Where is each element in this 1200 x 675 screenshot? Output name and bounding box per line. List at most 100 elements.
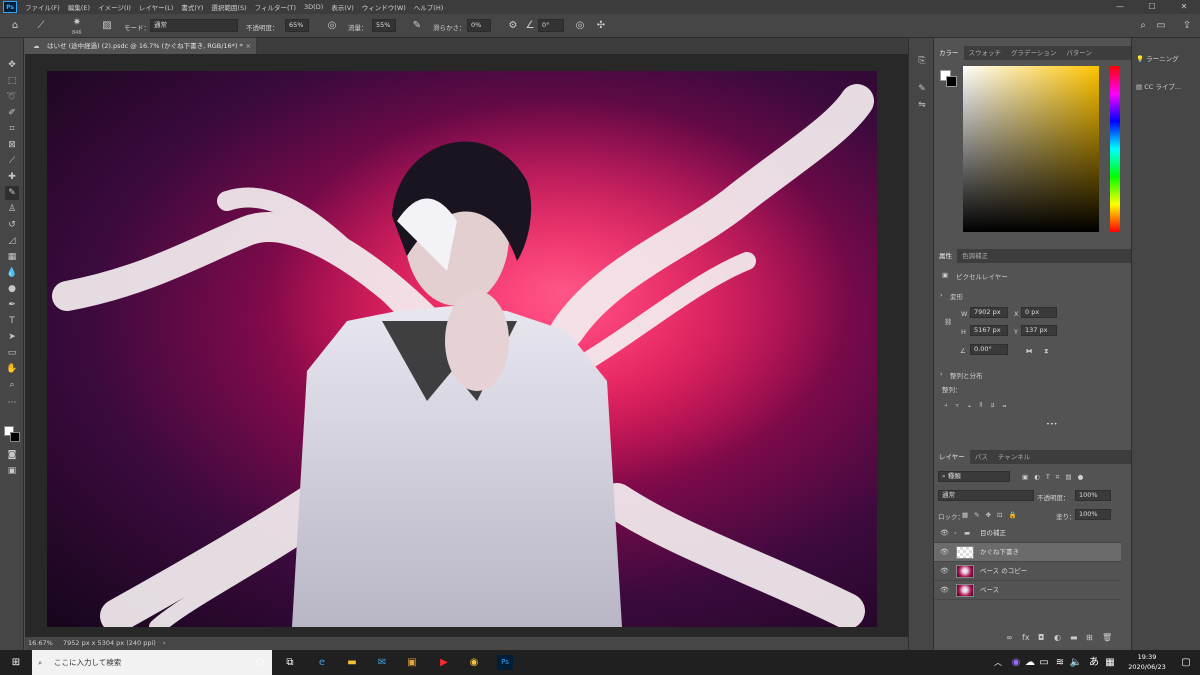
battery-icon[interactable]: ▭ bbox=[1036, 655, 1052, 670]
pen-tool-icon[interactable]: ✒ bbox=[5, 298, 19, 312]
adjust-panel-icon[interactable]: ⇋ bbox=[915, 98, 929, 112]
tray-arrow-icon[interactable]: ︿ bbox=[990, 655, 1006, 670]
layer-row[interactable]: 👁 ベース bbox=[934, 581, 1121, 600]
youtube-icon[interactable]: ▶ bbox=[436, 655, 452, 670]
eraser-tool-icon[interactable]: ◿ bbox=[5, 234, 19, 248]
document-tab[interactable]: ☁ はいせ (途中経過) (2).psdc @ 16.7% (かぐね下書き, R… bbox=[25, 38, 257, 54]
tab-layers[interactable]: レイヤー bbox=[934, 450, 970, 464]
wifi-icon[interactable]: ≋ bbox=[1052, 655, 1068, 670]
layer-filter-select[interactable]: ⌕ 種類 bbox=[938, 471, 1010, 482]
tab-adjustments[interactable]: 色調補正 bbox=[957, 249, 993, 263]
photoshop-taskbar-icon[interactable]: Ps bbox=[497, 655, 513, 670]
layer-filter-icons[interactable]: ▣◐T⌗▤● bbox=[1022, 473, 1089, 482]
volume-icon[interactable]: 🔈 bbox=[1068, 655, 1084, 670]
blend-mode-select[interactable]: 通常 bbox=[938, 490, 1034, 501]
width-field[interactable]: 7902 px bbox=[970, 307, 1008, 318]
lock-icons[interactable]: ▦✎✥⊡🔒 bbox=[962, 511, 1023, 519]
menu-layer[interactable]: レイヤー(L) bbox=[139, 2, 174, 12]
dodge-tool-icon[interactable]: ● bbox=[5, 282, 19, 296]
screen-mode-icon[interactable]: ▣ bbox=[5, 464, 19, 478]
tab-close-icon[interactable]: × bbox=[246, 38, 251, 54]
edit-toolbar-icon[interactable]: ⋯ bbox=[5, 396, 19, 410]
clock[interactable]: 19:39 2020/06/23 bbox=[1124, 652, 1170, 672]
color-picker-field[interactable] bbox=[963, 66, 1099, 232]
home-icon[interactable]: ⌂ bbox=[8, 19, 22, 33]
link-layers-icon[interactable]: ∞ bbox=[1006, 633, 1013, 642]
lasso-tool-icon[interactable]: ➰ bbox=[5, 90, 19, 104]
maximize-button[interactable]: ☐ bbox=[1136, 0, 1168, 14]
rotation-field[interactable]: 0.00° bbox=[970, 344, 1008, 355]
transform-chevron-icon[interactable]: › bbox=[940, 291, 943, 299]
link-dimensions-icon[interactable]: ⛓ bbox=[944, 318, 952, 326]
tab-paths[interactable]: パス bbox=[970, 450, 993, 464]
frame-tool-icon[interactable]: ⊠ bbox=[5, 138, 19, 152]
move-tool-icon[interactable]: ✥ bbox=[5, 58, 19, 72]
menu-edit[interactable]: 編集(E) bbox=[68, 2, 90, 12]
tab-color[interactable]: カラー bbox=[934, 46, 964, 60]
flip-horizontal-icon[interactable]: ⧓ bbox=[1026, 347, 1033, 355]
share-icon[interactable]: ⇪ bbox=[1180, 19, 1194, 33]
eyedropper-tool-icon[interactable]: ⟋ bbox=[5, 154, 19, 168]
x-field[interactable]: 0 px bbox=[1021, 307, 1057, 318]
height-field[interactable]: 5167 px bbox=[970, 325, 1008, 336]
marquee-tool-icon[interactable]: ⬚ bbox=[5, 74, 19, 88]
visibility-eye-icon[interactable]: 👁 bbox=[940, 562, 949, 581]
tab-patterns[interactable]: パターン bbox=[1061, 46, 1097, 60]
hand-tool-icon[interactable]: ✋ bbox=[5, 362, 19, 376]
menu-help[interactable]: ヘルプ(H) bbox=[414, 2, 443, 12]
type-tool-icon[interactable]: T bbox=[5, 314, 19, 328]
flow-field[interactable]: 55% bbox=[372, 19, 396, 32]
history-brush-icon[interactable]: ↺ bbox=[5, 218, 19, 232]
workspace-icon[interactable]: ▭ bbox=[1154, 19, 1168, 33]
gradient-tool-icon[interactable]: ▦ bbox=[5, 250, 19, 264]
menu-3d[interactable]: 3D(D) bbox=[304, 3, 323, 11]
menu-filter[interactable]: フィルター(T) bbox=[255, 2, 296, 12]
history-panel-icon[interactable]: ⎘ bbox=[915, 54, 929, 68]
windows-start-icon[interactable]: ⊞ bbox=[8, 655, 24, 670]
blur-tool-icon[interactable]: 💧 bbox=[5, 266, 19, 280]
menu-file[interactable]: ファイル(F) bbox=[25, 2, 60, 12]
file-explorer-icon[interactable]: ▬ bbox=[344, 655, 360, 670]
cortana-icon[interactable]: ○ bbox=[252, 655, 268, 670]
new-group-icon[interactable]: ▬ bbox=[1070, 633, 1078, 642]
status-expand-icon[interactable]: › bbox=[163, 637, 166, 650]
mode-select[interactable]: 通常 bbox=[150, 19, 238, 32]
ime-mode-icon[interactable]: ▦ bbox=[1102, 655, 1118, 670]
quick-select-tool-icon[interactable]: ✐ bbox=[5, 106, 19, 120]
brush-tool-icon[interactable]: ✎ bbox=[5, 186, 19, 200]
pressure-size-icon[interactable]: ◎ bbox=[573, 19, 587, 33]
notification-icon[interactable]: ▢ bbox=[1178, 655, 1194, 670]
tab-swatches[interactable]: スウォッチ bbox=[964, 46, 1007, 60]
path-select-tool-icon[interactable]: ➤ bbox=[5, 330, 19, 344]
taskbar-search[interactable]: ⌕ ここに入力して検索 bbox=[32, 650, 272, 675]
background-color-swatch[interactable] bbox=[10, 432, 20, 442]
quick-mask-icon[interactable]: ◙ bbox=[5, 448, 19, 462]
crop-tool-icon[interactable]: ⌗ bbox=[5, 122, 19, 136]
layer-opacity-field[interactable]: 100% bbox=[1075, 490, 1111, 501]
photos-icon[interactable]: ▣ bbox=[404, 655, 420, 670]
flip-vertical-icon[interactable]: ⧗ bbox=[1044, 347, 1049, 356]
zoom-level[interactable]: 16.67% bbox=[28, 637, 53, 650]
y-field[interactable]: 137 px bbox=[1021, 325, 1057, 336]
smoothing-field[interactable]: 0% bbox=[467, 19, 491, 32]
libraries-panel-button[interactable]: ▤ CC ライブ... bbox=[1136, 80, 1198, 94]
zoom-tool-icon[interactable]: ⌕ bbox=[5, 378, 19, 392]
menu-view[interactable]: 表示(V) bbox=[331, 2, 354, 12]
layer-row-selected[interactable]: 👁 かぐね下書き bbox=[934, 543, 1121, 562]
ime-indicator[interactable]: あ bbox=[1086, 655, 1102, 670]
tab-properties[interactable]: 属性 bbox=[934, 249, 957, 263]
new-layer-icon[interactable]: ⊞ bbox=[1086, 633, 1093, 642]
learn-panel-button[interactable]: 💡 ラーニング bbox=[1136, 52, 1198, 66]
minimize-button[interactable]: — bbox=[1104, 0, 1136, 14]
opacity-field[interactable]: 65% bbox=[285, 19, 309, 32]
layer-row[interactable]: 👁 › ▬ 目の補正 bbox=[934, 524, 1121, 543]
airbrush-icon[interactable]: ✎ bbox=[410, 19, 424, 33]
mail-icon[interactable]: ✉ bbox=[374, 655, 390, 670]
angle-field[interactable]: 0° bbox=[538, 19, 564, 32]
document-canvas[interactable] bbox=[47, 71, 877, 627]
visibility-eye-icon[interactable]: 👁 bbox=[940, 543, 949, 562]
brush-panel-icon[interactable]: ✎ bbox=[915, 82, 929, 96]
brush-settings-icon[interactable]: ▨ bbox=[100, 19, 114, 33]
menu-window[interactable]: ウィンドウ(W) bbox=[362, 2, 406, 12]
trash-icon[interactable]: 🗑 bbox=[1102, 633, 1112, 642]
